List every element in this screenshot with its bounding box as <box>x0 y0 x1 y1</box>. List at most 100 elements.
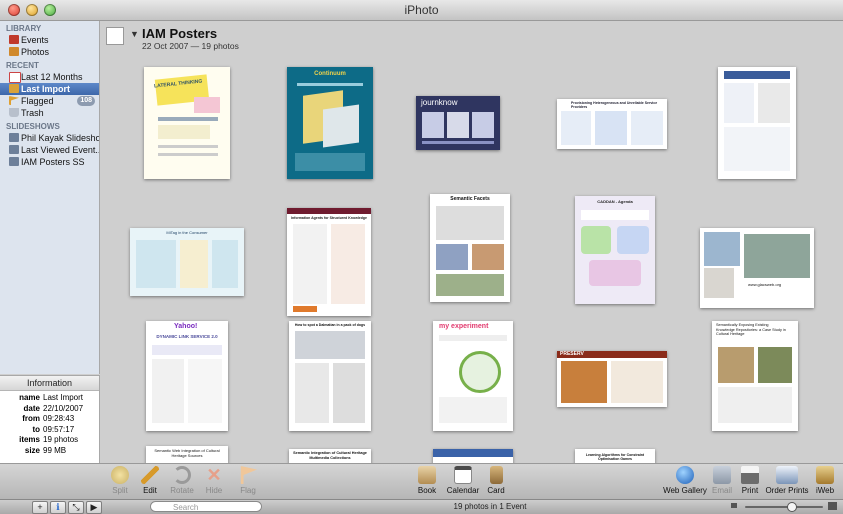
photo-thumbnail[interactable]: my experiment <box>433 321 513 431</box>
photo-thumbnail[interactable]: Provisioning Heterogeneous and Unreliabl… <box>557 99 667 149</box>
sidebar-item-flagged[interactable]: Flagged 108 <box>0 95 99 107</box>
photo-thumbnail[interactable]: Semantically Exposing Existing Knowledge… <box>712 321 798 431</box>
photo-thumbnail[interactable]: Yahoo! DYNAMIC LINK SERVICE 2.0 <box>146 321 228 431</box>
photo-thumbnail[interactable]: Learning Algorithms for Constraint Optim… <box>575 449 655 463</box>
poster-title: How to spot a Dalmatian in a pack of dog… <box>294 323 366 327</box>
photo-thumbnail[interactable]: Semantic Web Integration of Cultural Her… <box>146 446 228 463</box>
calendar-icon <box>9 72 21 83</box>
sidebar-item-photos[interactable]: Photos <box>0 46 99 58</box>
photo-thumbnail[interactable]: MiTag in the Consumer <box>130 228 244 296</box>
web-gallery-button[interactable]: Web Gallery <box>660 466 710 495</box>
flagged-count-badge: 108 <box>77 96 95 106</box>
poster-title: PRESERV <box>560 351 584 357</box>
slideshow-icon <box>9 157 19 166</box>
poster-title: Semantic Integration of Cultural Heritag… <box>293 451 367 460</box>
poster-title: Provisioning Heterogeneous and Unreliabl… <box>571 101 658 109</box>
sidebar-item-label: Trash <box>21 108 44 118</box>
split-icon <box>111 466 129 484</box>
event-title[interactable]: IAM Posters <box>142 26 217 41</box>
flag-button[interactable]: Flag <box>230 466 266 495</box>
sidebar-item-label: Last 12 Months <box>21 72 83 82</box>
poster-title: Semantically Exposing Existing Knowledge… <box>716 323 786 336</box>
photo-thumbnail[interactable]: LATERAL THINKING <box>144 67 230 179</box>
poster-title: journknow <box>421 98 458 107</box>
order-prints-button[interactable]: Order Prints <box>762 466 812 495</box>
sidebar-item-label: Flagged <box>21 96 54 106</box>
card-button[interactable]: Card <box>478 466 514 495</box>
information-pane: Information name Last Import date 22/10/20… <box>0 375 100 463</box>
sidebar-item-last-import[interactable]: Last Import <box>0 83 99 95</box>
sidebar-item-events[interactable]: Events <box>0 34 99 46</box>
sidebar-item-trash[interactable]: Trash <box>0 107 99 119</box>
main-toolbar: Split Edit Rotate ✕ Hide Flag Book Calen… <box>100 463 843 500</box>
sidebar-item-label: Photos <box>21 47 50 57</box>
zoom-slider-knob[interactable] <box>786 502 797 512</box>
info-key: name <box>19 393 40 402</box>
info-row-to: to 09:57:17 <box>0 425 99 436</box>
order-prints-icon <box>776 466 798 484</box>
calendar-button[interactable]: Calendar <box>443 466 483 495</box>
photo-thumbnail[interactable]: CADDAN - Agenda <box>575 196 655 304</box>
search-field[interactable]: Search <box>150 501 262 512</box>
info-button[interactable]: ℹ <box>50 501 66 514</box>
iweb-button[interactable]: iWeb <box>807 466 843 495</box>
iweb-icon <box>816 466 834 484</box>
add-button[interactable]: + <box>32 501 48 514</box>
info-value: 99 MB <box>43 445 67 455</box>
photo-thumbnail[interactable]: Semantic Facets <box>430 194 510 302</box>
status-text: 19 photos in 1 Event <box>453 502 527 511</box>
calendar-icon <box>454 466 472 484</box>
email-icon <box>713 466 731 484</box>
event-key-photo[interactable] <box>106 27 124 45</box>
sidebar-item-iam-posters-ss[interactable]: IAM Posters SS <box>0 156 99 168</box>
info-value: 09:57:17 <box>43 424 75 434</box>
events-icon <box>9 35 19 44</box>
flag-icon <box>9 96 19 105</box>
sidebar-item-label: Phil Kayak Slideshow <box>21 133 100 143</box>
source-list: LIBRARY Events Photos RECENT Last 12 Mon… <box>0 21 100 374</box>
poster-title: Information Agents for Structured Knowle… <box>291 216 367 220</box>
toolbar-label: Email <box>711 486 732 495</box>
sidebar-item-last-12-months[interactable]: Last 12 Months <box>0 71 99 83</box>
import-icon <box>9 84 19 93</box>
photo-thumbnail[interactable]: Semantic Integration of Cultural Heritag… <box>289 449 371 463</box>
sidebar-item-last-viewed-event[interactable]: Last Viewed Event... <box>0 144 99 156</box>
play-slideshow-button[interactable]: ▶ <box>86 501 102 514</box>
printer-icon <box>741 466 759 484</box>
sidebar-item-label: IAM Posters SS <box>21 157 85 167</box>
photo-thumbnail[interactable]: Information Agents for Structured Knowle… <box>287 208 371 316</box>
info-value: 19 photos <box>43 435 79 444</box>
book-button[interactable]: Book <box>409 466 445 495</box>
info-key: from <box>22 414 40 423</box>
info-value: 09:28:43 <box>43 414 75 423</box>
toolbar-label: Flag <box>240 486 256 495</box>
photo-thumbnail[interactable]: How to spot a Dalmatian in a pack of dog… <box>289 321 371 431</box>
sidebar-item-phil-kayak-slideshow[interactable]: Phil Kayak Slideshow <box>0 132 99 144</box>
photo-thumbnail[interactable] <box>433 449 513 463</box>
toolbar-label: Print <box>741 486 759 495</box>
recent-section-header: RECENT <box>6 61 39 70</box>
window-title: iPhoto <box>404 3 439 17</box>
slideshows-section-header: SLIDESHOWS <box>6 122 60 131</box>
photo-thumbnail[interactable]: journknow <box>416 96 500 150</box>
photo-thumbnail[interactable]: www.glacsweb.org <box>700 228 814 308</box>
info-key: items <box>19 435 40 444</box>
poster-title: DYNAMIC LINK SERVICE 2.0 <box>156 334 218 339</box>
photo-browser[interactable]: ▼ IAM Posters 22 Oct 2007 — 19 photos LA… <box>100 21 843 463</box>
hide-x-icon: ✕ <box>206 465 222 485</box>
edit-button[interactable]: Edit <box>132 466 168 495</box>
photo-thumbnail[interactable] <box>718 67 796 179</box>
rotate-button[interactable]: Rotate <box>164 466 200 495</box>
disclosure-triangle-icon[interactable]: ▼ <box>130 29 139 39</box>
info-key: to <box>32 424 40 434</box>
library-section-header: LIBRARY <box>6 24 42 33</box>
info-row-items: items 19 photos <box>0 435 99 446</box>
book-icon <box>418 466 436 484</box>
pencil-icon <box>141 466 159 484</box>
photo-thumbnail[interactable]: PRESERV <box>557 351 667 407</box>
fullscreen-button[interactable]: ⤡ <box>68 501 84 514</box>
sidebar-item-label: Last Import <box>21 84 71 94</box>
zoom-slider[interactable] <box>745 506 823 508</box>
hide-button[interactable]: ✕ Hide <box>196 466 232 495</box>
photo-thumbnail[interactable]: Continuum <box>287 67 373 179</box>
